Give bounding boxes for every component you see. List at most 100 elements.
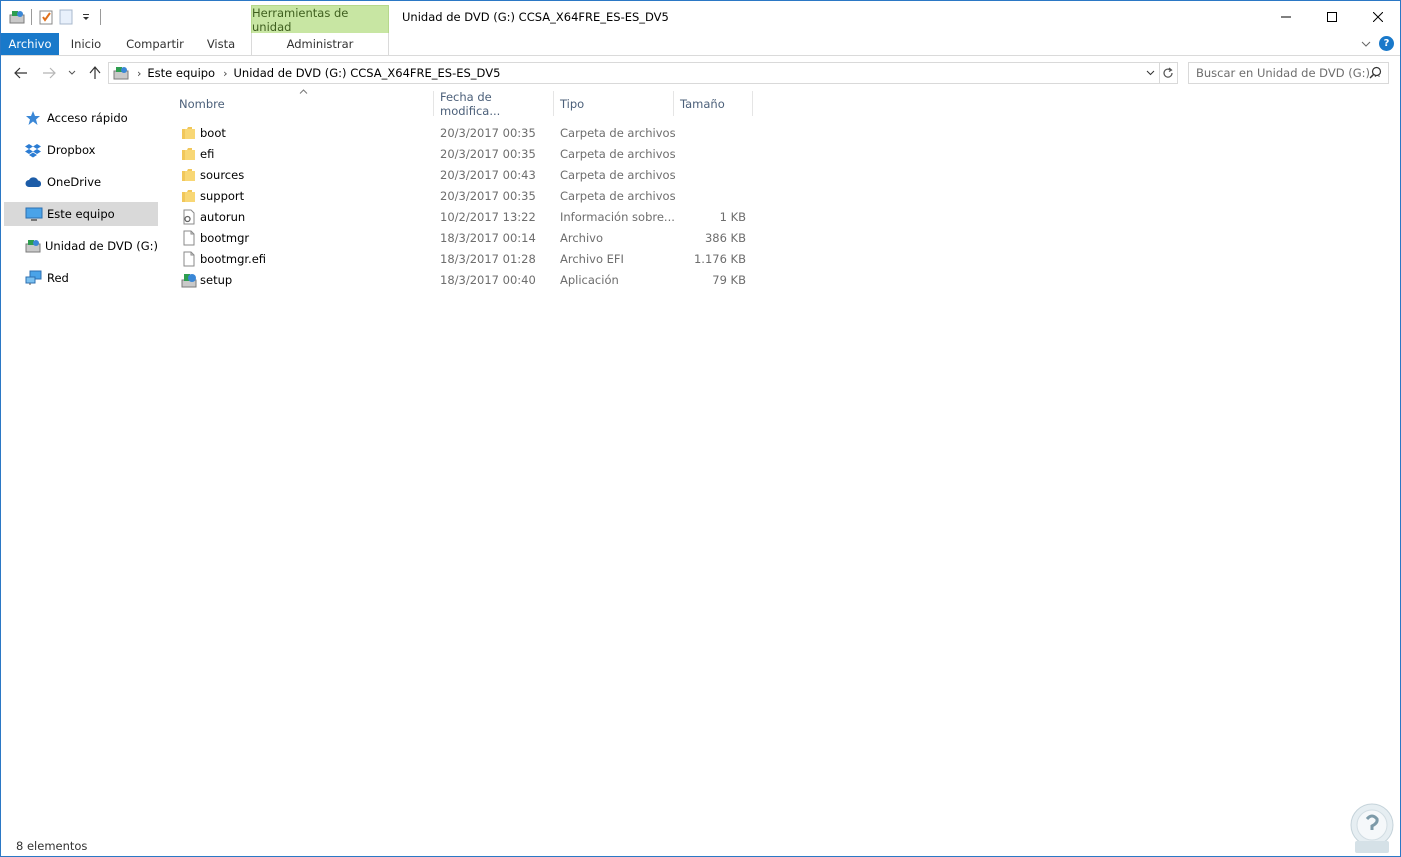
file-type: Archivo (560, 231, 603, 245)
column-header-tipo[interactable]: Tipo (554, 91, 674, 116)
file-size: 79 KB (712, 273, 746, 287)
corner-logo (1347, 801, 1397, 857)
window-title: Unidad de DVD (G:) CCSA_X64FRE_ES-ES_DV5 (402, 10, 669, 24)
file-date: 10/2/2017 13:22 (440, 210, 536, 224)
minimize-icon (1281, 16, 1291, 17)
nav-item-este-equipo[interactable]: Este equipo (4, 202, 158, 226)
file-type: Carpeta de archivos (560, 168, 676, 182)
back-button[interactable] (11, 63, 31, 83)
nav-item-label: Este equipo (47, 207, 115, 221)
column-header-tamano[interactable]: Tamaño (674, 91, 753, 116)
close-icon (1373, 11, 1383, 22)
customize-qat-icon[interactable] (78, 9, 94, 25)
nav-item-label: Unidad de DVD (G:) C (45, 239, 158, 253)
file-date: 18/3/2017 00:40 (440, 273, 536, 287)
file-row[interactable]: support 20/3/2017 00:35 Carpeta de archi… (173, 185, 755, 206)
star-icon (25, 110, 43, 126)
nav-item-onedrive[interactable]: OneDrive (4, 170, 158, 194)
chevron-down-icon (68, 70, 76, 75)
folder-icon (181, 125, 197, 141)
navigation-pane: Acceso rápido Dropbox OneDrive Este equi… (1, 101, 161, 831)
explorer-window: Herramientas de unidad Unidad de DVD (G:… (0, 0, 1401, 857)
breadcrumb-chevron-icon[interactable]: › (137, 67, 141, 80)
breadcrumb-este-equipo[interactable]: Este equipo (147, 66, 215, 80)
close-button[interactable] (1355, 1, 1401, 32)
search-icon[interactable] (1369, 66, 1382, 82)
file-date: 20/3/2017 00:35 (440, 189, 536, 203)
file-date: 20/3/2017 00:43 (440, 168, 536, 182)
file-row[interactable]: bootmgr.efi 18/3/2017 01:28 Archivo EFI … (173, 248, 755, 269)
help-icon[interactable]: ? (1379, 36, 1394, 51)
file-row[interactable]: efi 20/3/2017 00:35 Carpeta de archivos (173, 143, 755, 164)
recent-locations-button[interactable] (64, 63, 80, 83)
chevron-down-icon (1146, 70, 1154, 76)
setup-app-icon (181, 272, 197, 288)
tab-compartir[interactable]: Compartir (115, 33, 195, 55)
maximize-icon (1327, 11, 1337, 22)
file-name: support (200, 189, 245, 203)
expand-ribbon-icon[interactable] (1361, 37, 1371, 51)
ribbon-tabs: Archivo Inicio Compartir Vista Administr… (1, 33, 1400, 56)
tab-archivo[interactable]: Archivo (1, 33, 59, 55)
forward-arrow-icon (43, 67, 56, 79)
minimize-button[interactable] (1263, 1, 1309, 32)
file-type: Aplicación (560, 273, 619, 287)
back-arrow-icon (14, 67, 27, 79)
file-name: setup (200, 273, 233, 287)
nav-item-dvd-drive[interactable]: Unidad de DVD (G:) C (4, 234, 158, 258)
file-date: 20/3/2017 00:35 (440, 147, 536, 161)
breadcrumb-chevron-icon[interactable]: › (223, 67, 227, 80)
up-arrow-icon (89, 66, 101, 79)
nav-item-red[interactable]: Red (4, 266, 158, 290)
file-type: Carpeta de archivos (560, 126, 676, 140)
computer-icon (25, 206, 43, 222)
nav-item-label: Red (47, 271, 69, 285)
sort-ascending-icon (299, 87, 308, 97)
tab-vista[interactable]: Vista (197, 33, 245, 55)
file-name: bootmgr.efi (200, 252, 267, 266)
up-button[interactable] (85, 63, 105, 83)
nav-item-label: Dropbox (47, 143, 96, 157)
qat-separator (100, 9, 101, 25)
forward-button[interactable] (39, 63, 59, 83)
file-type: Carpeta de archivos (560, 147, 676, 161)
dvd-drive-icon[interactable] (9, 9, 25, 25)
cloud-icon (25, 174, 43, 190)
tab-administrar[interactable]: Administrar (251, 33, 389, 55)
file-name: efi (200, 147, 215, 161)
nav-item-acceso-rapido[interactable]: Acceso rápido (4, 106, 158, 130)
qat-separator (31, 9, 32, 25)
maximize-button[interactable] (1309, 1, 1355, 32)
dropbox-icon (25, 142, 43, 158)
properties-icon[interactable] (38, 9, 54, 25)
status-item-count: 8 elementos (16, 839, 88, 853)
folder-icon (181, 146, 197, 162)
nav-item-label: OneDrive (47, 175, 102, 189)
search-input[interactable]: Buscar en Unidad de DVD (G:)... (1188, 62, 1389, 84)
nav-item-dropbox[interactable]: Dropbox (4, 138, 158, 162)
file-row[interactable]: boot 20/3/2017 00:35 Carpeta de archivos (173, 122, 755, 143)
navigation-bar: › Este equipo › Unidad de DVD (G:) CCSA_… (1, 57, 1400, 89)
dvd-drive-icon (113, 66, 129, 80)
file-name: autorun (200, 210, 246, 224)
file-row[interactable]: bootmgr 18/3/2017 00:14 Archivo 386 KB (173, 227, 755, 248)
file-row[interactable]: sources 20/3/2017 00:43 Carpeta de archi… (173, 164, 755, 185)
address-history-button[interactable] (1141, 63, 1159, 83)
refresh-button[interactable] (1158, 62, 1178, 84)
column-header-fecha[interactable]: Fecha de modifica... (434, 90, 554, 118)
refresh-icon (1162, 67, 1173, 78)
tab-inicio[interactable]: Inicio (59, 33, 113, 55)
address-bar[interactable]: › Este equipo › Unidad de DVD (G:) CCSA_… (108, 62, 1160, 84)
breadcrumb-dvd-drive[interactable]: Unidad de DVD (G:) CCSA_X64FRE_ES-ES_DV5 (234, 66, 501, 80)
file-name: bootmgr (200, 231, 250, 245)
ribbon-controls: ? (1361, 36, 1394, 51)
file-type: Archivo EFI (560, 252, 624, 266)
new-folder-icon[interactable] (58, 9, 74, 25)
nav-item-label: Acceso rápido (47, 111, 128, 125)
file-type: Información sobre... (560, 210, 675, 224)
file-date: 20/3/2017 00:35 (440, 126, 536, 140)
file-row[interactable]: autorun 10/2/2017 13:22 Información sobr… (173, 206, 755, 227)
quick-access-toolbar (9, 7, 103, 27)
file-row[interactable]: setup 18/3/2017 00:40 Aplicación 79 KB (173, 269, 755, 290)
title-bar: Herramientas de unidad Unidad de DVD (G:… (1, 1, 1401, 34)
